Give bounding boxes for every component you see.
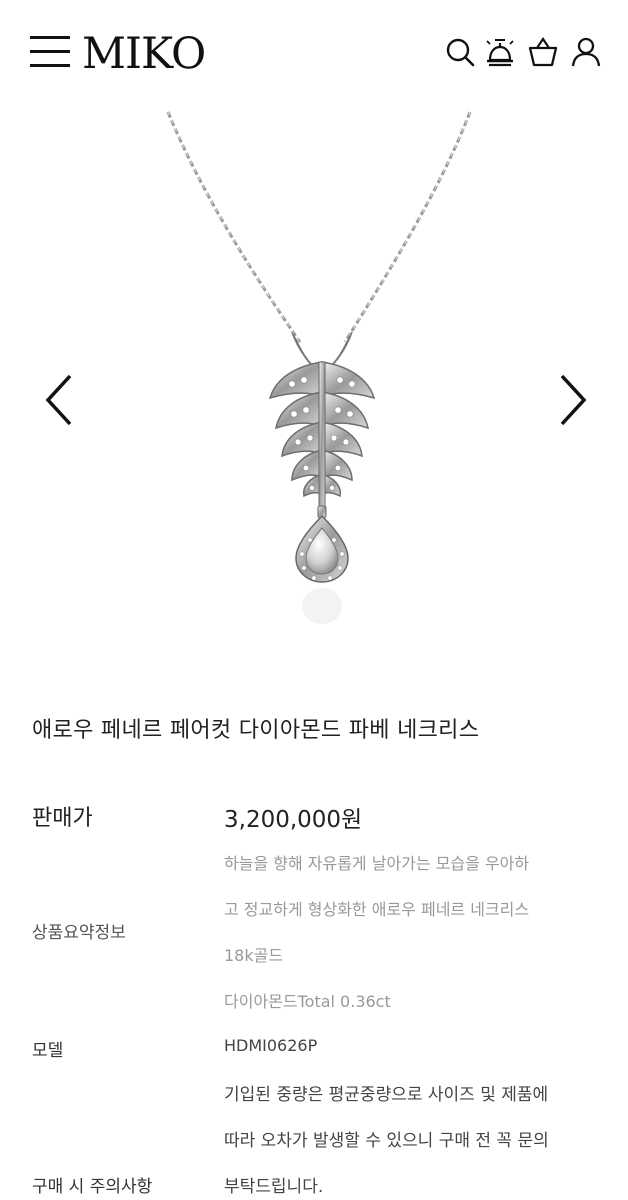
summary-line: 다이아몬드Total 0.36ct [224, 992, 391, 1011]
logo[interactable]: MIKO [82, 28, 206, 80]
basket-icon[interactable] [527, 36, 559, 68]
summary-line: 하늘을 향해 자유롭게 날아가는 모습을 우아하 [224, 854, 530, 873]
price-value: 3,200,000원 [224, 807, 363, 833]
chevron-left-icon[interactable] [40, 372, 80, 428]
menu-icon[interactable] [30, 34, 70, 70]
bell-icon[interactable] [484, 36, 516, 68]
necklace-image [166, 111, 472, 624]
model-label: 모델 [32, 1041, 64, 1061]
summary-line: 18k골드 [224, 946, 284, 965]
caution-line: 부탁드립니다. [224, 1177, 324, 1197]
model-value: HDMI0626P [224, 1036, 318, 1055]
search-icon[interactable] [444, 36, 476, 68]
caution-line: 기입된 중량은 평균중량으로 사이즈 및 제품에 [224, 1085, 549, 1105]
price-label: 판매가 [32, 806, 93, 831]
product-image-gallery [0, 100, 628, 660]
product-title: 애로우 페네르 페어컷 다이아몬드 파베 네크리스 [32, 718, 480, 743]
chevron-right-icon[interactable] [552, 372, 592, 428]
caution-label: 구매 시 주의사항 [32, 1177, 153, 1197]
caution-line: 따라 오차가 발생할 수 있으니 구매 전 꼭 문의 [224, 1131, 549, 1151]
user-icon[interactable] [570, 36, 602, 68]
header-bar: MIKO [0, 0, 628, 100]
summary-label: 상품요약정보 [32, 923, 126, 943]
summary-line: 고 정교하게 형상화한 애로우 페네르 네크리스 [224, 900, 530, 919]
